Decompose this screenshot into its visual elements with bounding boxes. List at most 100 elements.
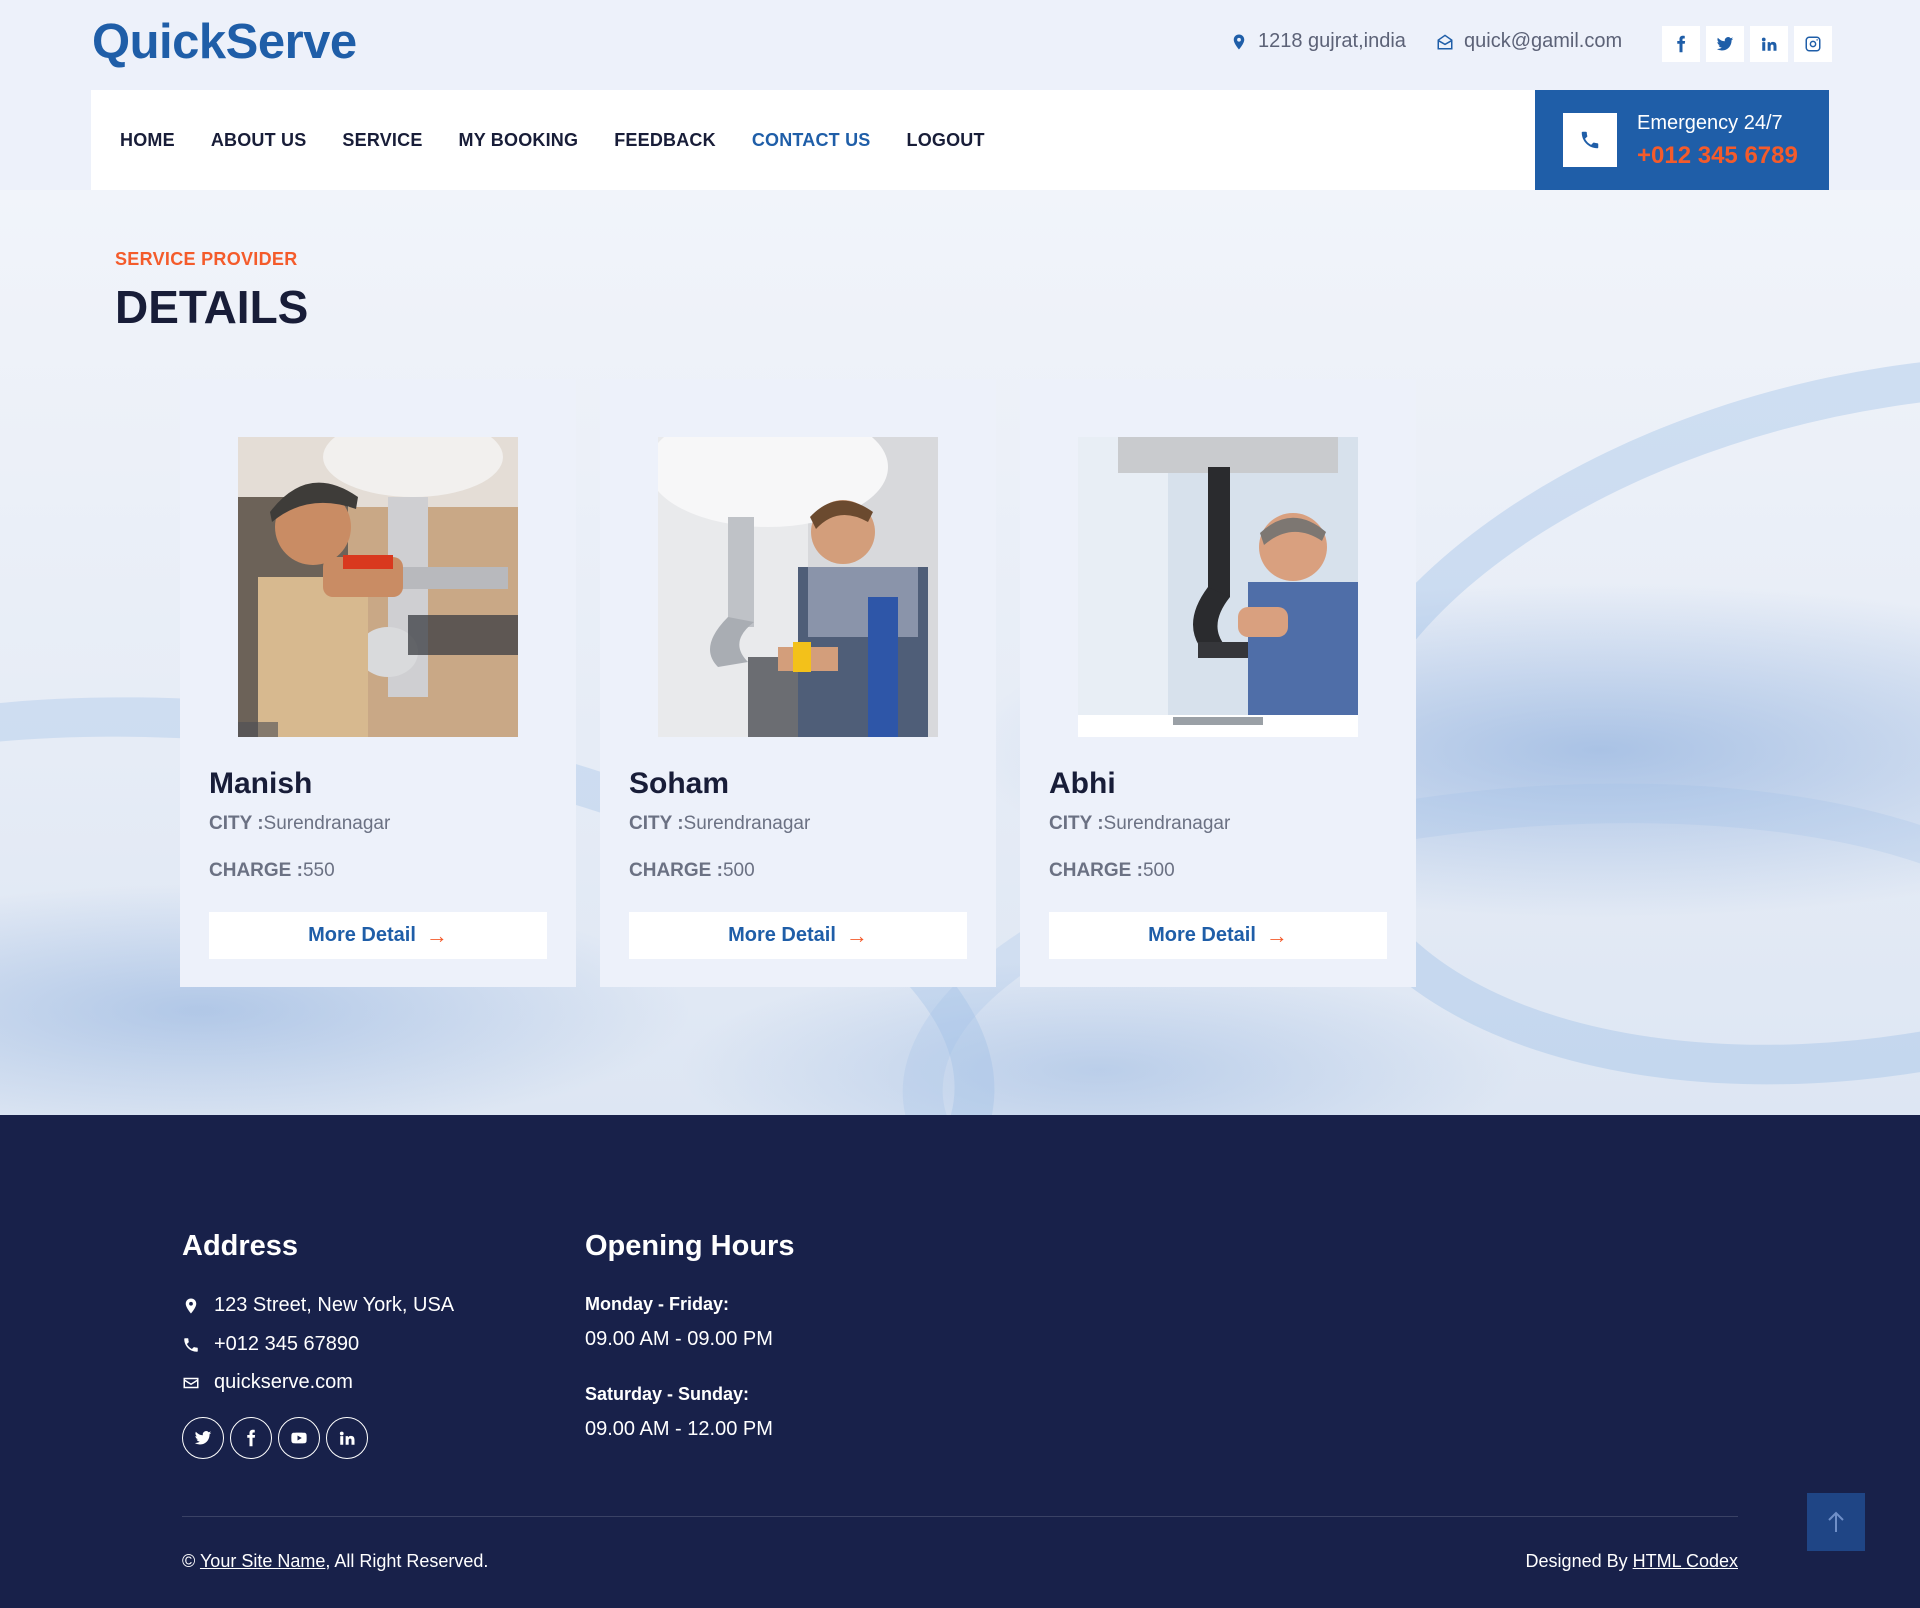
footer-address-text: 123 Street, New York, USA: [214, 1294, 455, 1316]
details-section: SERVICE PROVIDER DETAILS Manish CITY:Su…: [0, 190, 1920, 1115]
section-title: DETAILS: [115, 281, 309, 333]
nav-links: HOME ABOUT US SERVICE MY BOOKING FEEDBAC…: [120, 90, 985, 190]
more-detail-label: More Detail: [308, 924, 416, 946]
instagram-icon: [1805, 36, 1821, 52]
linkedin-button[interactable]: [1750, 26, 1788, 62]
copyright: © Your Site Name, All Right Reserved.: [182, 1551, 488, 1572]
linkedin-icon: [1761, 37, 1777, 51]
linkedin-icon: [339, 1431, 355, 1445]
charge-label: CHARGE :: [209, 860, 303, 881]
footer-hours-title: Opening Hours: [585, 1230, 795, 1262]
facebook-button[interactable]: [1662, 26, 1700, 62]
city-label: CITY :: [1049, 813, 1104, 834]
nav-my-booking[interactable]: MY BOOKING: [459, 130, 579, 151]
footer-youtube-button[interactable]: [278, 1417, 320, 1459]
twitter-icon: [194, 1431, 212, 1445]
map-pin-icon: [1233, 34, 1245, 49]
charge-value: 500: [722, 860, 755, 881]
provider-charge: CHARGE :550: [209, 860, 335, 882]
hours-time: 09.00 AM - 12.00 PM: [585, 1418, 773, 1440]
charge-label: CHARGE :: [629, 860, 723, 881]
footer-facebook-button[interactable]: [230, 1417, 272, 1459]
phone-icon: [184, 1337, 198, 1352]
city-value: Surendranagar: [1103, 813, 1231, 834]
nav-service[interactable]: SERVICE: [342, 130, 422, 151]
main-nav: HOME ABOUT US SERVICE MY BOOKING FEEDBAC…: [91, 90, 1536, 190]
city-value: Surendranagar: [263, 813, 391, 834]
envelope-icon: [183, 1377, 199, 1388]
more-detail-button[interactable]: More Detail →: [1049, 912, 1387, 959]
topbar-email-text[interactable]: quick@gamil.com: [1464, 30, 1622, 53]
brand-logo[interactable]: QuickServe: [92, 14, 357, 70]
provider-photo: [238, 437, 518, 737]
copyright-text: , All Right Reserved.: [325, 1551, 489, 1571]
footer-website: quickserve.com: [182, 1371, 353, 1394]
twitter-button[interactable]: [1706, 26, 1744, 62]
provider-photo: [1078, 437, 1358, 737]
provider-charge: CHARGE :500: [629, 860, 755, 882]
site-name-link[interactable]: Your Site Name: [200, 1551, 325, 1571]
back-to-top-button[interactable]: [1807, 1493, 1865, 1551]
nav-contact-us[interactable]: CONTACT US: [752, 130, 871, 151]
facebook-icon: [1677, 35, 1686, 53]
phone-icon: [1581, 131, 1599, 149]
provider-city: CITY :Surendranagar: [1049, 813, 1230, 835]
nav-home[interactable]: HOME: [120, 130, 175, 151]
arrow-right-icon: →: [1265, 922, 1288, 948]
city-label: CITY :: [209, 813, 264, 834]
footer-twitter-button[interactable]: [182, 1417, 224, 1459]
provider-charge: CHARGE :500: [1049, 860, 1175, 882]
plumber-photo-2: [658, 437, 938, 737]
provider-name: Manish: [209, 767, 313, 800]
hours-days: Saturday - Sunday:: [585, 1384, 750, 1404]
provider-photo: [658, 437, 938, 737]
arrow-right-icon: →: [425, 922, 448, 948]
facebook-icon: [247, 1429, 256, 1447]
arrow-up-icon: [1828, 1511, 1844, 1532]
more-detail-button[interactable]: More Detail →: [209, 912, 547, 959]
nav-logout[interactable]: LOGOUT: [907, 130, 985, 151]
hours-time: 09.00 AM - 09.00 PM: [585, 1328, 773, 1350]
provider-city: CITY :Surendranagar: [209, 813, 390, 835]
city-label: CITY :: [629, 813, 684, 834]
charge-value: 500: [1142, 860, 1175, 881]
footer: Address 123 Street, New York, USA +012 3…: [0, 1115, 1920, 1608]
provider-name: Soham: [629, 767, 730, 800]
charge-label: CHARGE :: [1049, 860, 1143, 881]
provider-name: Abhi: [1049, 767, 1116, 800]
city-value: Surendranagar: [683, 813, 811, 834]
footer-phone-text[interactable]: +012 345 67890: [214, 1333, 359, 1356]
footer-socials: [182, 1417, 368, 1459]
provider-card: Soham CITY :Surendranagar CHARGE :500 Mo…: [600, 379, 996, 987]
envelope-open-icon: [1437, 34, 1453, 49]
footer-divider: [182, 1516, 1738, 1517]
plumber-photo-3: [1078, 437, 1358, 737]
hours-days: Monday - Friday:: [585, 1294, 730, 1314]
footer-address: 123 Street, New York, USA: [182, 1294, 454, 1317]
phone-icon-box: [1563, 113, 1617, 167]
provider-card: Manish CITY :Surendranagar CHARGE :550 M…: [180, 379, 576, 987]
designed-by: Designed By HTML Codex: [1526, 1551, 1738, 1572]
nav-feedback[interactable]: FEEDBACK: [614, 130, 716, 151]
provider-city: CITY :Surendranagar: [629, 813, 810, 835]
youtube-icon: [291, 1432, 307, 1444]
charge-value: 550: [302, 860, 335, 881]
emergency-contact[interactable]: Emergency 24/7 +012 345 6789: [1535, 90, 1829, 190]
arrow-right-icon: →: [845, 922, 868, 948]
topbar-address: 1218 gujrat,india: [1230, 30, 1406, 53]
topbar-address-text: 1218 gujrat,india: [1258, 30, 1406, 52]
map-pin-icon: [185, 1298, 197, 1313]
designed-by-text: Designed By: [1525, 1551, 1628, 1571]
provider-card: Abhi CITY :Surendranagar CHARGE :500 Mor…: [1020, 379, 1416, 987]
footer-address-title: Address: [182, 1230, 299, 1262]
section-subtitle: SERVICE PROVIDER: [115, 249, 298, 269]
more-detail-button[interactable]: More Detail →: [629, 912, 967, 959]
designer-link[interactable]: HTML Codex: [1633, 1551, 1738, 1571]
instagram-button[interactable]: [1794, 26, 1832, 62]
more-detail-label: More Detail: [1148, 924, 1256, 946]
copyright-symbol: ©: [182, 1551, 196, 1571]
footer-linkedin-button[interactable]: [326, 1417, 368, 1459]
emergency-phone[interactable]: +012 345 6789: [1637, 142, 1798, 170]
footer-website-text[interactable]: quickserve.com: [214, 1371, 353, 1394]
nav-about-us[interactable]: ABOUT US: [211, 130, 307, 151]
